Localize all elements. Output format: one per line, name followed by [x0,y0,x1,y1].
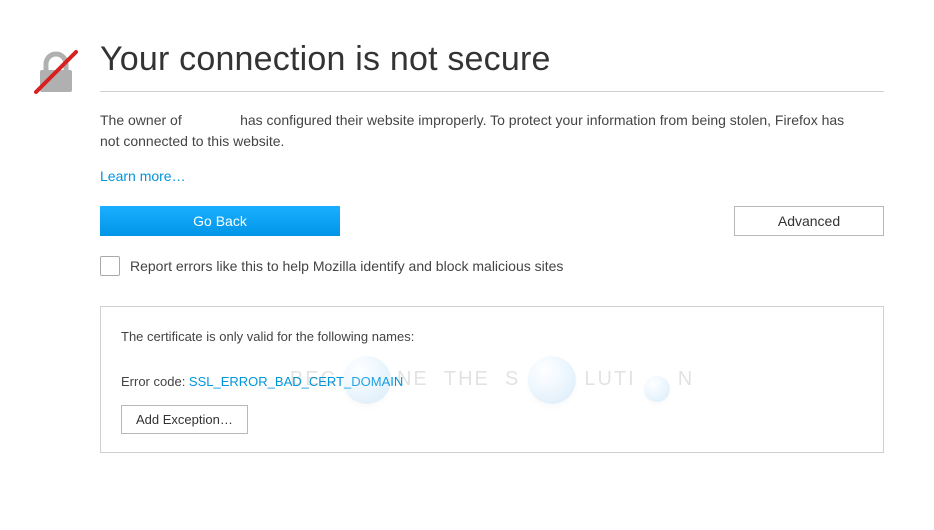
report-row: Report errors like this to help Mozilla … [100,256,884,276]
report-label: Report errors like this to help Mozilla … [130,258,563,274]
desc-domain-placeholder [186,112,237,128]
report-checkbox[interactable] [100,256,120,276]
insecure-lock-icon [30,46,82,98]
icon-column [30,40,100,453]
error-code-row: Error code: SSL_ERROR_BAD_CERT_DOMAIN [121,374,863,389]
error-page-container: Your connection is not secure The owner … [0,0,934,453]
learn-more-link[interactable]: Learn more… [100,168,186,184]
content-column: Your connection is not secure The owner … [100,40,904,453]
error-code-label: Error code: [121,374,189,389]
desc-prefix: The owner of [100,112,186,128]
error-code-link[interactable]: SSL_ERROR_BAD_CERT_DOMAIN [189,374,403,389]
add-exception-button[interactable]: Add Exception… [121,405,248,434]
description-text: The owner of has configured their websit… [100,110,860,152]
page-title: Your connection is not secure [100,40,884,92]
go-back-button[interactable]: Go Back [100,206,340,236]
certificate-panel: BEC NE THE S LUTI N The certificate is o… [100,306,884,453]
button-row: Go Back Advanced [100,206,884,236]
cert-valid-names-text: The certificate is only valid for the fo… [121,329,863,344]
advanced-button[interactable]: Advanced [734,206,884,236]
